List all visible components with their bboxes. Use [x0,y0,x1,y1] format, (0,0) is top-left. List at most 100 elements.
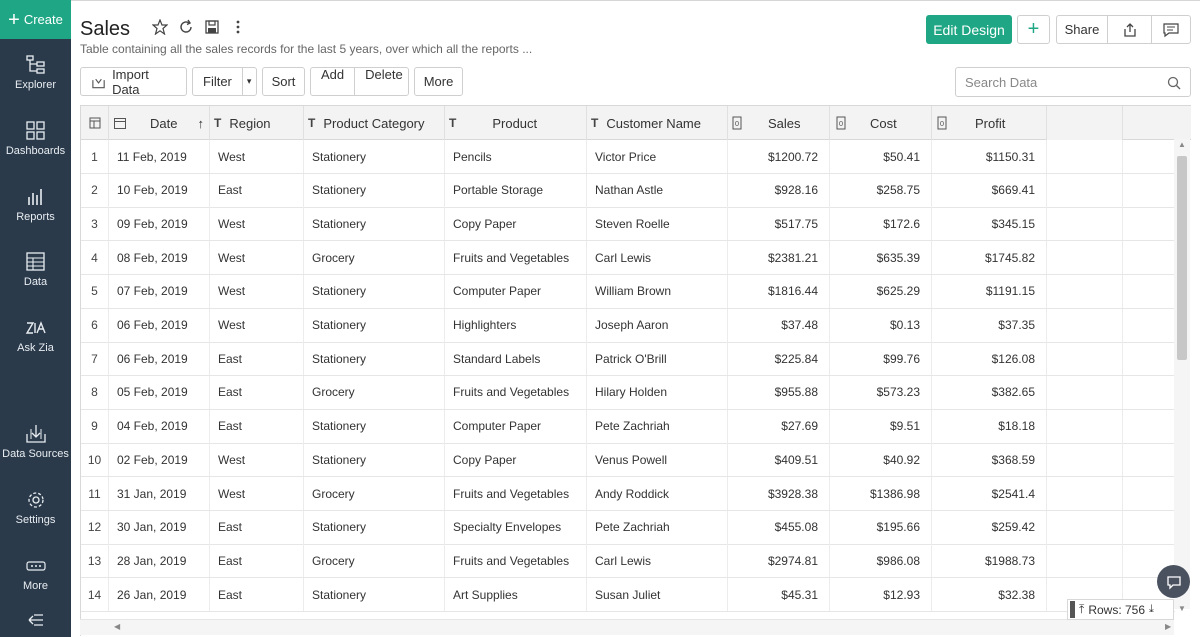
cell-profit[interactable]: $382.65 [932,375,1047,409]
cell-customer-name[interactable]: Andy Roddick [587,477,728,510]
sidebar-item-reports[interactable]: Reports [0,187,71,223]
cell-region[interactable]: West [210,274,304,308]
cell-cost[interactable]: $50.41 [830,140,932,173]
cell-sales[interactable]: $517.75 [728,207,830,241]
cell-profit[interactable]: $259.42 [932,510,1047,544]
cell-customer-name[interactable]: Victor Price [587,140,728,173]
cell-date[interactable]: 26 Jan, 2019 [109,578,210,612]
cell-product[interactable]: Art Supplies [445,578,587,612]
cell-empty[interactable] [1047,342,1123,376]
cell-sales[interactable]: $2381.21 [728,241,830,275]
vertical-scroll-thumb[interactable] [1177,156,1187,360]
cell-customer-name[interactable]: Pete Zachriah [587,409,728,443]
cell-profit[interactable]: $1988.73 [932,544,1047,578]
cell-product-category[interactable]: Stationery [304,342,445,376]
cell-profit[interactable]: $126.08 [932,342,1047,376]
cell-date[interactable]: 28 Jan, 2019 [109,544,210,578]
cell-row-number[interactable]: 7 [81,342,109,376]
cell-region[interactable]: West [210,241,304,275]
table-row[interactable]: 6 06 Feb, 2019 West Stationery Highlighters J… [81,308,1175,343]
cell-product-category[interactable]: Stationery [304,207,445,241]
cell-product-category[interactable]: Grocery [304,544,445,578]
column-header-customer-name[interactable]: T Customer Name [587,106,728,140]
cell-cost[interactable]: $0.13 [830,308,932,342]
table-row[interactable]: 12 30 Jan, 2019 East Stationery Specialty En… [81,510,1175,545]
cell-cost[interactable]: $573.23 [830,375,932,409]
cell-product[interactable]: Copy Paper [445,443,587,477]
cell-region[interactable]: East [210,375,304,409]
cell-empty[interactable] [1047,241,1123,275]
collapse-sidebar-button[interactable] [0,612,71,632]
table-row[interactable]: 2 10 Feb, 2019 East Stationery Portable Stor… [81,173,1175,208]
cell-region[interactable]: West [210,207,304,241]
column-header-product[interactable]: T Product [445,106,587,140]
scroll-right-icon[interactable]: ▶ [1165,622,1171,631]
sidebar-item-data-sources[interactable]: Data Sources [0,424,71,460]
cell-customer-name[interactable]: Patrick O'Brill [587,342,728,376]
cell-row-number[interactable]: 11 [81,477,109,510]
import-data-button[interactable]: Import Data [80,67,187,97]
cell-cost[interactable]: $99.76 [830,342,932,376]
cell-region[interactable]: West [210,477,304,510]
cell-profit[interactable]: $2541.4 [932,477,1047,510]
cell-cost[interactable]: $172.6 [830,207,932,241]
cell-product-category[interactable]: Stationery [304,510,445,544]
cell-product-category[interactable]: Stationery [304,578,445,612]
cell-region[interactable]: East [210,173,304,207]
cell-product-category[interactable]: Grocery [304,477,445,510]
scroll-left-icon[interactable]: ◀ [114,622,120,631]
cell-customer-name[interactable]: Steven Roelle [587,207,728,241]
cell-product-category[interactable]: Stationery [304,409,445,443]
cell-profit[interactable]: $18.18 [932,409,1047,443]
table-row[interactable]: 14 26 Jan, 2019 East Stationery Art Supplies… [81,578,1175,613]
cell-product-category[interactable]: Stationery [304,140,445,173]
cell-customer-name[interactable]: Carl Lewis [587,544,728,578]
table-row[interactable]: 11 31 Jan, 2019 West Grocery Fruits and Vege… [81,477,1175,511]
cell-empty[interactable] [1047,544,1123,578]
cell-empty[interactable] [1047,173,1123,207]
table-row[interactable]: 7 06 Feb, 2019 East Stationery Standard Labe… [81,342,1175,377]
cell-profit[interactable]: $345.15 [932,207,1047,241]
search-icon[interactable] [1167,76,1181,90]
table-row[interactable]: 9 04 Feb, 2019 East Stationery Computer Pape… [81,409,1175,444]
cell-sales[interactable]: $225.84 [728,342,830,376]
star-icon[interactable] [152,18,168,36]
cell-cost[interactable]: $625.29 [830,274,932,308]
cell-row-number[interactable]: 9 [81,409,109,443]
drag-handle[interactable] [1070,601,1075,618]
cell-region[interactable]: East [210,544,304,578]
cell-profit[interactable]: $669.41 [932,173,1047,207]
cell-cost[interactable]: $40.92 [830,443,932,477]
cell-product-category[interactable]: Stationery [304,173,445,207]
column-header-profit[interactable]: 0 Profit [932,106,1047,140]
cell-sales[interactable]: $955.88 [728,375,830,409]
column-settings-icon[interactable] [81,106,109,140]
cell-product-category[interactable]: Stationery [304,308,445,342]
cell-date[interactable]: 11 Feb, 2019 [109,140,210,173]
cell-cost[interactable]: $9.51 [830,409,932,443]
chevron-down-icon[interactable]: ▾ [243,76,256,87]
cell-row-number[interactable]: 14 [81,578,109,612]
cell-date[interactable]: 07 Feb, 2019 [109,274,210,308]
cell-product-category[interactable]: Stationery [304,443,445,477]
cell-empty[interactable] [1047,140,1123,173]
cell-empty[interactable] [1047,274,1123,308]
cell-customer-name[interactable]: Pete Zachriah [587,510,728,544]
cell-row-number[interactable]: 5 [81,274,109,308]
cell-cost[interactable]: $1386.98 [830,477,932,510]
table-row[interactable]: 4 08 Feb, 2019 West Grocery Fruits and Veget… [81,241,1175,276]
cell-product[interactable]: Pencils [445,140,587,173]
sort-button[interactable]: Sort [262,67,305,96]
create-button[interactable]: + Create [0,0,71,39]
cell-sales[interactable]: $27.69 [728,409,830,443]
cell-empty[interactable] [1047,375,1123,409]
cell-row-number[interactable]: 3 [81,207,109,241]
cell-product[interactable]: Fruits and Vegetables [445,241,587,275]
search-input[interactable] [965,74,1160,90]
cell-product[interactable]: Highlighters [445,308,587,342]
cell-region[interactable]: West [210,140,304,173]
cell-cost[interactable]: $258.75 [830,173,932,207]
cell-customer-name[interactable]: Joseph Aaron [587,308,728,342]
table-row[interactable]: 5 07 Feb, 2019 West Stationery Computer Pape… [81,274,1175,309]
refresh-icon[interactable] [178,18,194,36]
